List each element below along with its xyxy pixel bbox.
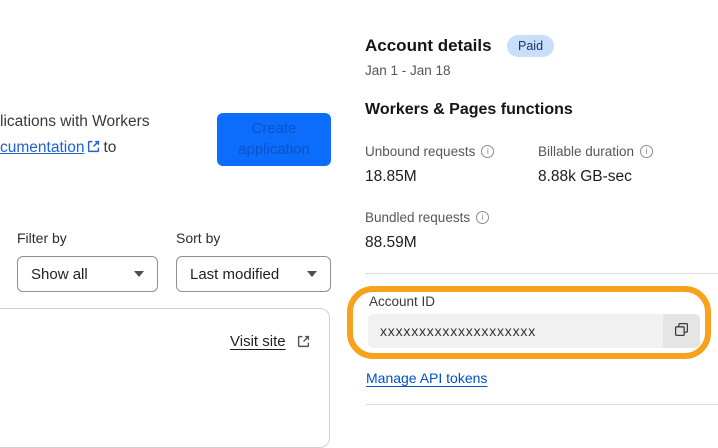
visit-site-link[interactable]: Visit site (230, 333, 286, 350)
external-link-icon (297, 335, 310, 348)
account-id-field[interactable]: xxxxxxxxxxxxxxxxxxxx (368, 314, 700, 348)
metric-label-bundled-requests: Bundled requests i (365, 210, 490, 225)
copy-button[interactable] (663, 314, 700, 348)
usage-section-title: Workers & Pages functions (365, 101, 573, 118)
metric-label-text: Unbound requests (365, 144, 476, 159)
divider (365, 273, 718, 274)
filter-dropdown[interactable]: Show all (17, 256, 158, 292)
account-details-title: Account details (365, 36, 492, 55)
project-card (0, 308, 330, 448)
metric-value-bundled-requests: 88.59M (365, 234, 417, 251)
paid-status-badge: Paid (507, 35, 555, 57)
chevron-down-icon (307, 271, 317, 277)
metric-label-unbound-requests: Unbound requests i (365, 144, 495, 159)
account-id-label: Account ID (369, 294, 436, 309)
divider (366, 404, 718, 405)
info-icon[interactable]: i (476, 211, 490, 224)
copy-icon (674, 322, 689, 340)
account-id-value: xxxxxxxxxxxxxxxxxxxx (380, 323, 536, 339)
sort-by-label: Sort by (176, 230, 221, 246)
documentation-link[interactable]: cumentation (0, 139, 84, 156)
metric-label-text: Billable duration (538, 144, 635, 159)
create-application-button[interactable]: Create application (217, 113, 331, 166)
info-icon[interactable]: i (640, 145, 654, 158)
sort-dropdown-value: Last modified (190, 265, 280, 283)
chevron-down-icon (134, 271, 144, 277)
filter-dropdown-value: Show all (31, 265, 88, 283)
manage-api-tokens: Manage API tokens (366, 370, 487, 386)
metric-value-billable-duration: 8.88k GB-sec (538, 168, 632, 185)
intro-text: lications with Workers cumentation to (0, 109, 215, 161)
sort-dropdown[interactable]: Last modified (176, 256, 331, 292)
info-icon[interactable]: i (481, 145, 495, 158)
billing-date-range: Jan 1 - Jan 18 (365, 63, 451, 78)
intro-suffix: to (103, 139, 117, 156)
filter-by-label: Filter by (17, 230, 67, 246)
external-link-icon (87, 136, 100, 153)
metric-label-text: Bundled requests (365, 210, 471, 225)
intro-line1: lications with Workers (0, 113, 150, 130)
metric-value-unbound-requests: 18.85M (365, 168, 417, 185)
visit-site: Visit site (230, 333, 313, 350)
metric-label-billable-duration: Billable duration i (538, 144, 654, 159)
manage-api-tokens-link[interactable]: Manage API tokens (366, 370, 487, 386)
